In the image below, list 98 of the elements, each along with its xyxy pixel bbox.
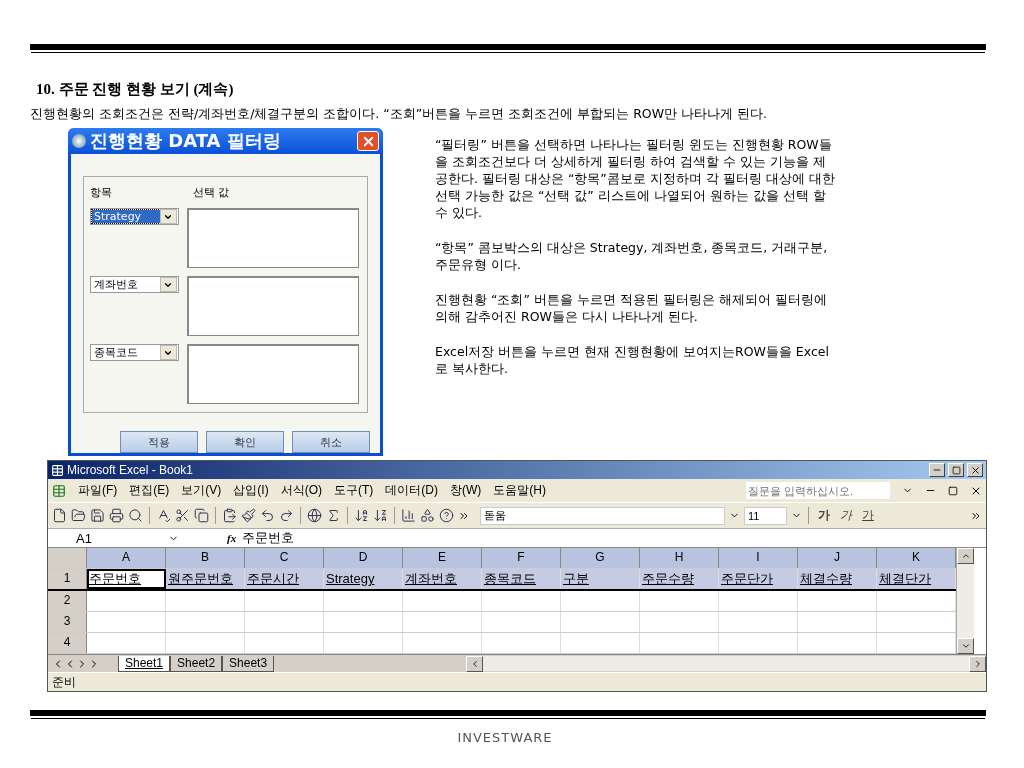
app-icon bbox=[72, 134, 86, 148]
printer-icon[interactable] bbox=[109, 508, 124, 523]
column-header[interactable]: G bbox=[561, 548, 640, 568]
menu-item[interactable]: 서식(O) bbox=[280, 482, 322, 499]
menu-item[interactable]: 보기(V) bbox=[181, 482, 222, 499]
column-header[interactable]: E bbox=[403, 548, 482, 568]
horizontal-scrollbar[interactable] bbox=[466, 656, 986, 671]
dialog-button[interactable]: 적용 bbox=[120, 431, 198, 453]
column-header[interactable]: J bbox=[798, 548, 877, 568]
menu-item[interactable]: 도구(T) bbox=[334, 482, 374, 499]
description-paragraph: “필터링” 버튼을 선택하면 나타나는 필터링 윈도는 진행현황 ROW들을 조회조건보다 더 상세하게 필터링 하여 검색할 수 있는 기능을 제공한다. 필터링 대상은 “항목”콤보로 지정하며 각 필터링 대상에 대한 선택 가능한 값은 “선택 값” 리스트에 나열되어 원하는 값을 선택 할 수 있다. bbox=[435, 136, 835, 221]
column-header[interactable]: A bbox=[87, 548, 166, 568]
table-cell[interactable]: 주문번호 bbox=[87, 569, 166, 589]
format-button[interactable]: 가 bbox=[837, 507, 855, 524]
folder-icon[interactable] bbox=[71, 508, 86, 523]
sheet-tab[interactable]: Sheet1 bbox=[118, 655, 171, 672]
value-list[interactable] bbox=[186, 276, 359, 336]
column-header[interactable]: K bbox=[877, 548, 956, 568]
item-combo[interactable]: 계좌번호 bbox=[90, 276, 179, 293]
function-label[interactable]: fx bbox=[227, 532, 237, 544]
company-logo: INVESTWARE bbox=[457, 730, 553, 745]
table-cell[interactable]: 종목코드 bbox=[482, 569, 561, 589]
font-field[interactable]: 돋움 bbox=[480, 506, 725, 525]
paste-icon[interactable] bbox=[222, 508, 237, 523]
vertical-scrollbar[interactable] bbox=[956, 548, 974, 654]
name-box[interactable]: A1 bbox=[48, 530, 168, 546]
table-cell[interactable]: 주문수량 bbox=[640, 569, 719, 589]
menu-item[interactable]: 데이터(D) bbox=[385, 482, 438, 499]
spell-check-icon[interactable] bbox=[156, 508, 171, 523]
minimize-button[interactable] bbox=[929, 463, 945, 477]
value-list[interactable] bbox=[186, 208, 359, 268]
undo-icon[interactable] bbox=[260, 508, 275, 523]
intro-paragraph: 진행현황의 조회조건은 전략/계좌번호/체결구분의 조합이다. “조회”버튼을 누르면 조회조건에 부합되는 ROW만 나타나게 된다. bbox=[30, 105, 768, 122]
sort-descending-icon[interactable] bbox=[373, 508, 388, 523]
menu-item[interactable]: 편집(E) bbox=[129, 482, 170, 499]
chart-icon[interactable] bbox=[401, 508, 416, 523]
restore-icon[interactable] bbox=[948, 485, 958, 496]
dialog-title: 진행현황 DATA 필터링 bbox=[90, 129, 282, 153]
spreadsheet-icon bbox=[52, 483, 66, 498]
sheet-tab[interactable]: Sheet3 bbox=[222, 655, 275, 672]
copy-icon[interactable] bbox=[194, 508, 209, 523]
menu-item[interactable]: 도움말(H) bbox=[493, 482, 546, 499]
column-label: 선택 값 bbox=[193, 185, 230, 200]
table-cell[interactable]: 체결단가 bbox=[877, 569, 956, 589]
redo-icon[interactable] bbox=[279, 508, 294, 523]
row-header[interactable]: 2 bbox=[48, 591, 87, 611]
table-cell[interactable]: 계좌번호 bbox=[403, 569, 482, 589]
table-cell[interactable]: 원주문번호 bbox=[166, 569, 245, 589]
status-text: 준비 bbox=[48, 672, 986, 691]
value-list[interactable] bbox=[186, 344, 359, 404]
table-cell[interactable]: 주문시간 bbox=[245, 569, 324, 589]
description-paragraph: “항목” 콤보박스의 대상은 Strategy, 계좌번호, 종목코드, 거래구분, 주문유형 이다. bbox=[435, 239, 829, 273]
column-header[interactable]: I bbox=[719, 548, 798, 568]
shapes-icon[interactable] bbox=[420, 508, 435, 523]
table-cell[interactable]: 체결수량 bbox=[798, 569, 877, 589]
close-icon bbox=[969, 464, 981, 476]
description-paragraph: Excel저장 버튼을 누르면 현재 진행현황에 보여지는ROW들을 Excel로 복사한다. bbox=[435, 343, 830, 377]
paintbrush-icon[interactable] bbox=[241, 508, 256, 523]
preview-icon[interactable] bbox=[128, 508, 143, 523]
maximize-button[interactable] bbox=[948, 463, 964, 477]
new-file-icon[interactable] bbox=[52, 508, 67, 523]
column-header[interactable]: C bbox=[245, 548, 324, 568]
save-icon[interactable] bbox=[90, 508, 105, 523]
column-header[interactable]: D bbox=[324, 548, 403, 568]
dialog-button[interactable]: 확인 bbox=[206, 431, 284, 453]
section-title: 10. 주문 진행 현황 보기 (계속) bbox=[36, 80, 235, 99]
format-button[interactable]: 가 bbox=[859, 507, 877, 524]
menu-item[interactable]: 삽입(I) bbox=[233, 482, 269, 499]
description-paragraph: 진행현황 “조회” 버튼을 누르면 적용된 필터링은 해제되어 필터링에 의해 감추어진 ROW들은 다시 나타나게 된다. bbox=[435, 291, 828, 325]
sum-icon[interactable] bbox=[326, 508, 341, 523]
dialog-button[interactable]: 취소 bbox=[292, 431, 370, 453]
help-icon[interactable] bbox=[439, 508, 454, 523]
format-button[interactable]: 가 bbox=[815, 507, 833, 524]
help-search-field[interactable]: 질문을 입력하십시오. bbox=[746, 482, 890, 499]
close-button[interactable] bbox=[967, 463, 983, 477]
column-header[interactable]: B bbox=[166, 548, 245, 568]
cut-icon[interactable] bbox=[175, 508, 190, 523]
menu-item[interactable]: 파일(F) bbox=[78, 482, 118, 499]
font-size-field[interactable]: 11 bbox=[744, 506, 787, 525]
menu-item[interactable]: 창(W) bbox=[450, 482, 482, 499]
item-combo[interactable]: 종목코드 bbox=[90, 344, 179, 361]
column-header[interactable]: F bbox=[482, 548, 561, 568]
globe-icon[interactable] bbox=[307, 508, 322, 523]
sort-ascending-icon[interactable] bbox=[354, 508, 369, 523]
window-title: Microsoft Excel - Book1 bbox=[67, 463, 195, 477]
column-header[interactable]: H bbox=[640, 548, 719, 568]
table-cell[interactable]: 구분 bbox=[561, 569, 640, 589]
spreadsheet-icon bbox=[51, 463, 64, 477]
table-cell[interactable]: 주문단가 bbox=[719, 569, 798, 589]
table-cell[interactable]: Strategy bbox=[324, 569, 403, 589]
row-header[interactable]: 4 bbox=[48, 633, 87, 653]
row-header[interactable]: 3 bbox=[48, 612, 87, 632]
column-label: 항목 bbox=[90, 185, 113, 200]
row-header[interactable]: 1 bbox=[48, 569, 87, 589]
formula-text: 주문번호 bbox=[242, 529, 295, 547]
item-combo[interactable]: Strategy bbox=[90, 208, 179, 225]
sheet-tab[interactable]: Sheet2 bbox=[170, 655, 223, 672]
maximize-icon bbox=[951, 465, 961, 475]
